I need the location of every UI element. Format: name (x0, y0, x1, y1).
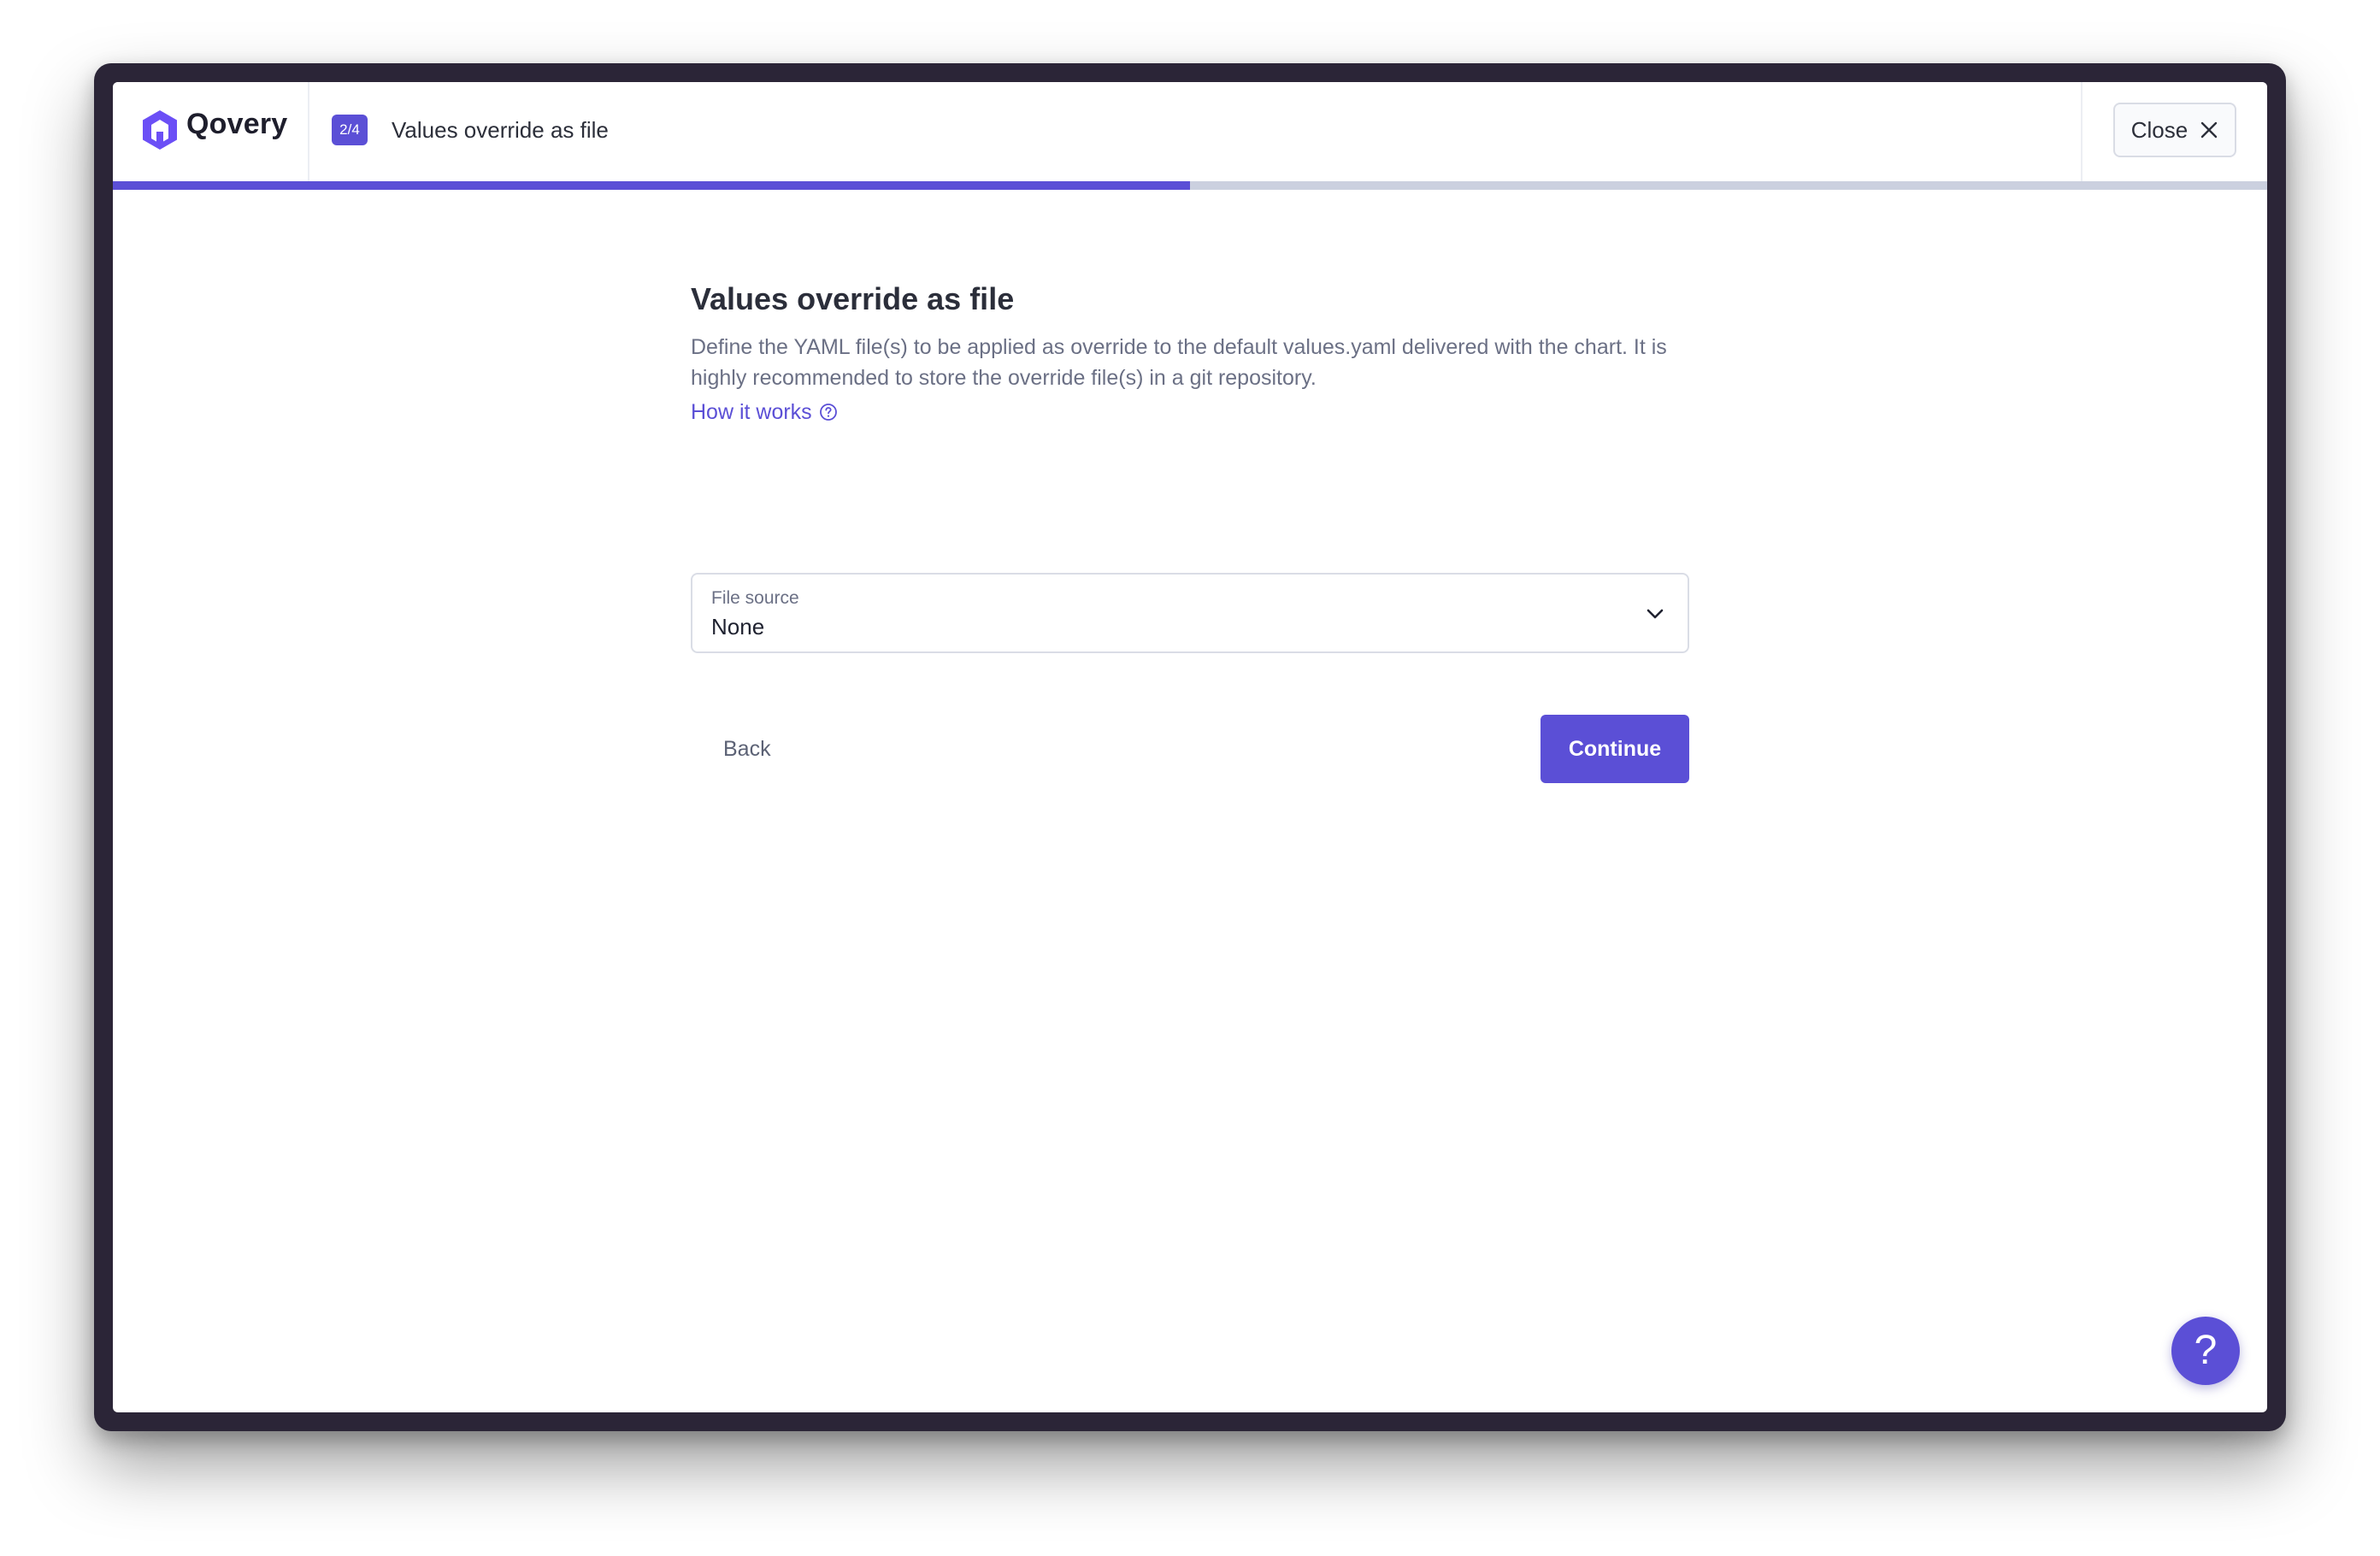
main-content: Values override as file Define the YAML … (691, 279, 1689, 783)
file-source-value: None (711, 614, 765, 639)
file-source-label: File source (711, 588, 799, 608)
brand-name: Qovery (186, 108, 288, 140)
top-header: Qovery 2/4 Values override as file Close (113, 82, 2267, 181)
close-button[interactable]: Close (2113, 103, 2236, 157)
file-source-select[interactable]: File source None (691, 573, 1689, 653)
step-badge: 2/4 (332, 115, 368, 145)
app-screen: Qovery 2/4 Values override as file Close… (113, 82, 2267, 1412)
help-button[interactable]: ? (2171, 1317, 2240, 1385)
how-it-works-label: How it works (691, 400, 812, 424)
step-progress-fill (113, 181, 1190, 190)
close-button-label: Close (2130, 116, 2189, 143)
continue-button[interactable]: Continue (1541, 715, 1689, 783)
logo-area: Qovery (113, 82, 309, 181)
chevron-down-icon (1647, 609, 1664, 619)
page-description: Define the YAML file(s) to be applied as… (691, 335, 1667, 390)
step-progress-bar (113, 181, 2267, 190)
help-circle-icon (819, 404, 837, 421)
back-button[interactable]: Back (703, 715, 792, 783)
device-frame: Qovery 2/4 Values override as file Close… (94, 63, 2286, 1431)
page-title: Values override as file (691, 281, 1015, 316)
close-area: Close (2081, 82, 2267, 181)
header-title: Values override as file (392, 117, 609, 143)
qovery-logo-icon (143, 110, 177, 150)
close-icon (2201, 121, 2218, 139)
how-it-works-link[interactable]: How it works (691, 397, 838, 427)
